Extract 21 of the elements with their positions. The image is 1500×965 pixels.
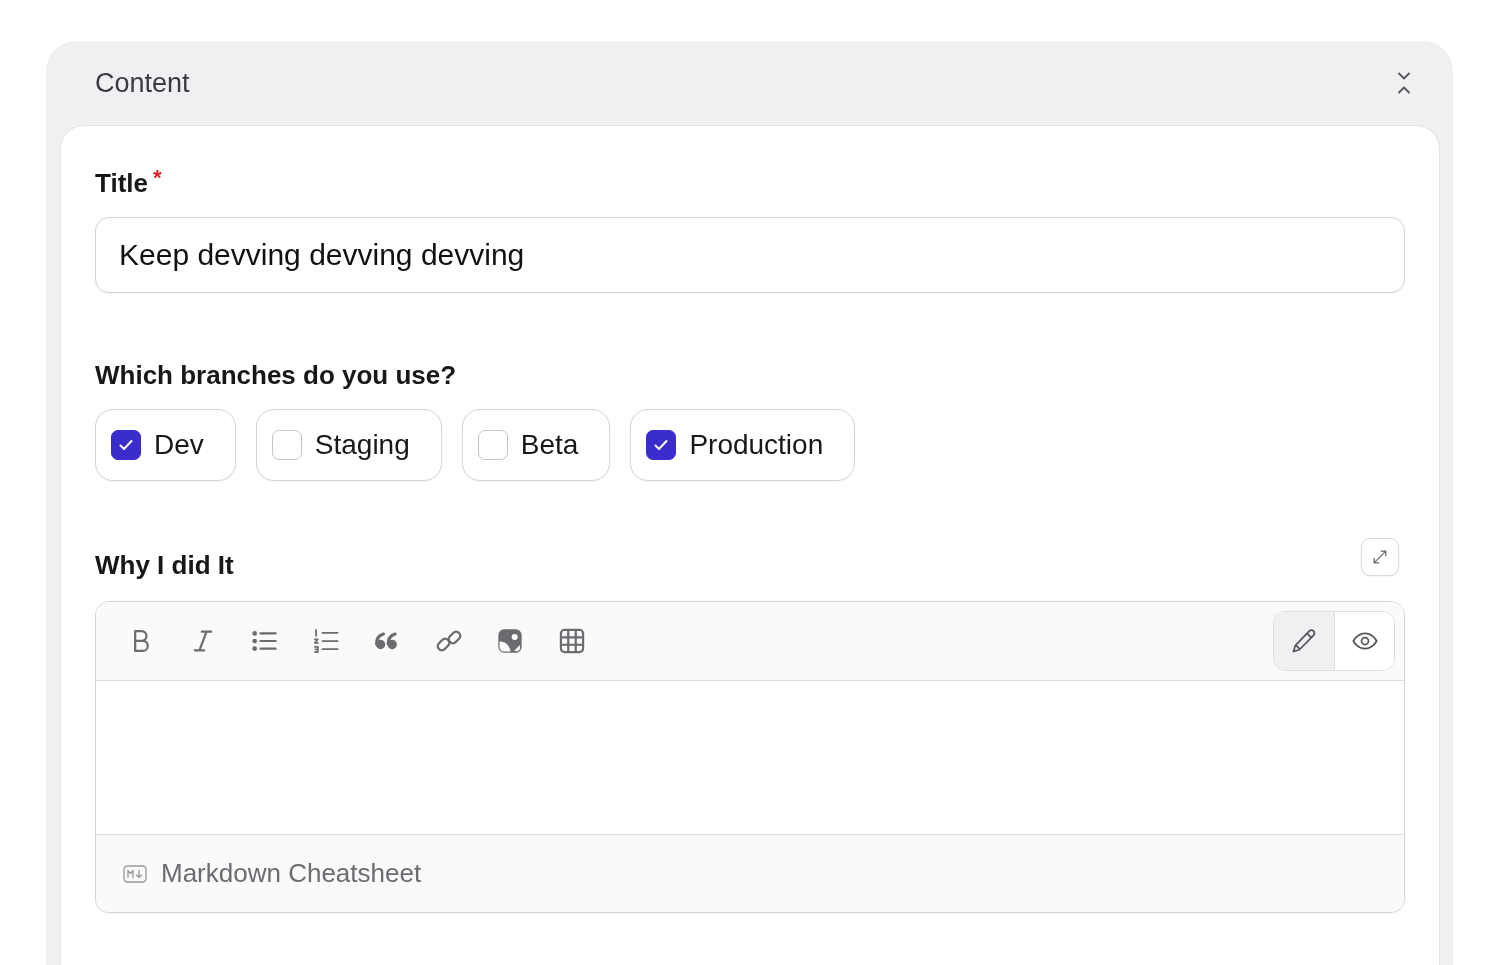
- image-icon: [496, 627, 524, 655]
- field-label: Title: [95, 167, 148, 199]
- numbered-list-icon: [311, 627, 340, 655]
- collapse-chevrons-icon: [1397, 71, 1411, 95]
- markdown-cheatsheet-link[interactable]: Markdown Cheatsheet: [161, 858, 422, 889]
- required-mark: *: [153, 167, 162, 189]
- branch-option[interactable]: Dev: [95, 409, 236, 481]
- field-label: Why I did It: [95, 549, 234, 581]
- markdown-icon: [123, 864, 147, 883]
- pencil-icon: [1290, 627, 1318, 655]
- branch-option[interactable]: Staging: [255, 409, 442, 481]
- checkbox[interactable]: [646, 430, 677, 460]
- branch-option[interactable]: Production: [630, 409, 856, 481]
- table-icon: [557, 627, 586, 655]
- panel-title: Content: [95, 67, 190, 99]
- field-label: Which branches do you use?: [95, 359, 457, 391]
- branch-option[interactable]: Beta: [461, 409, 611, 481]
- checkbox[interactable]: [111, 430, 141, 460]
- edit-mode-button[interactable]: [1274, 612, 1334, 670]
- preview-mode-button[interactable]: [1334, 612, 1394, 670]
- title-input[interactable]: Keep devving devving devving: [95, 217, 1405, 293]
